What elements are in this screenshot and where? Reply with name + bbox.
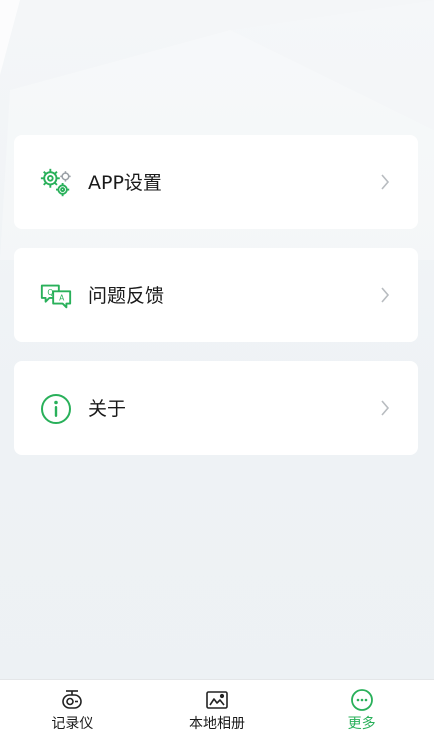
chevron-right-icon [381, 400, 390, 416]
settings-menu: APP设置 Q A 问题反馈 关于 [14, 135, 418, 474]
tab-local-album[interactable]: 本地相册 [145, 680, 290, 738]
menu-item-about[interactable]: 关于 [14, 361, 418, 455]
tab-label: 更多 [347, 716, 376, 732]
more-icon [350, 689, 373, 711]
tab-dashcam[interactable]: 记录仪 [0, 680, 145, 738]
album-icon [206, 691, 228, 709]
menu-item-label: 关于 [88, 398, 127, 420]
tab-label: 记录仪 [51, 716, 94, 732]
info-icon [39, 392, 73, 426]
dashcam-icon [62, 690, 83, 709]
tab-more[interactable]: 更多 [289, 680, 434, 738]
menu-item-label: APP设置 [88, 172, 162, 194]
svg-text:A: A [59, 294, 65, 303]
svg-text:Q: Q [47, 288, 53, 297]
chevron-right-icon [381, 174, 390, 190]
gears-icon [39, 166, 73, 200]
menu-item-app-settings[interactable]: APP设置 [14, 135, 418, 229]
bottom-tab-bar: 记录仪 本地相册 更多 [0, 679, 434, 738]
feedback-chat-icon: Q A [39, 279, 73, 313]
tab-label: 本地相册 [189, 716, 245, 732]
menu-item-feedback[interactable]: Q A 问题反馈 [14, 248, 418, 342]
more-screen: APP设置 Q A 问题反馈 关于 记录仪 本地相册 更多 [0, 0, 434, 738]
chevron-right-icon [381, 287, 390, 303]
menu-item-label: 问题反馈 [88, 285, 165, 307]
